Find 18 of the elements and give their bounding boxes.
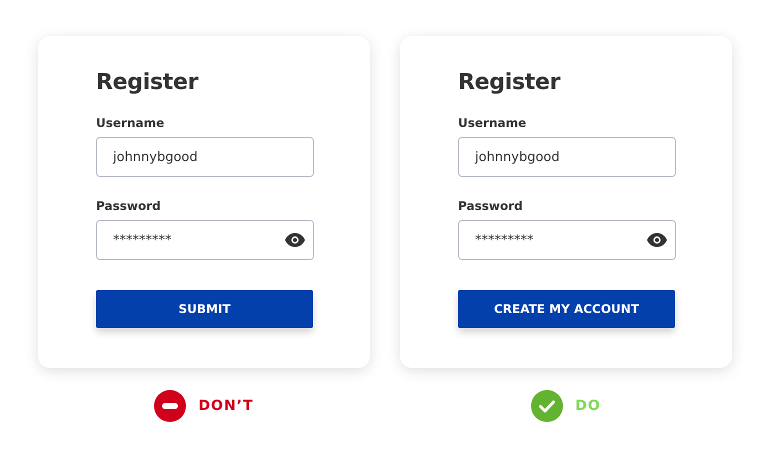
eye-icon[interactable] xyxy=(285,233,305,247)
username-field[interactable]: johnnybgood xyxy=(96,137,314,177)
field-label: Password xyxy=(458,199,523,213)
password-field[interactable]: ********* xyxy=(458,220,676,260)
password-field[interactable]: ********* xyxy=(96,220,314,260)
verdict-label: DO xyxy=(575,398,601,414)
field-label: Password xyxy=(96,199,161,213)
verdict-label: DON’T xyxy=(198,398,254,414)
form-title: Register xyxy=(458,69,560,97)
field-label: Username xyxy=(458,116,526,130)
submit-button[interactable]: CREATE MY ACCOUNT xyxy=(458,290,675,328)
username-field[interactable]: johnnybgood xyxy=(458,137,676,177)
check-circle-icon xyxy=(531,390,564,422)
minus-circle-icon xyxy=(154,390,186,422)
eye-icon[interactable] xyxy=(647,233,667,247)
submit-button[interactable]: SUBMIT xyxy=(96,290,313,328)
field-label: Username xyxy=(96,116,164,130)
form-title: Register xyxy=(96,69,198,97)
